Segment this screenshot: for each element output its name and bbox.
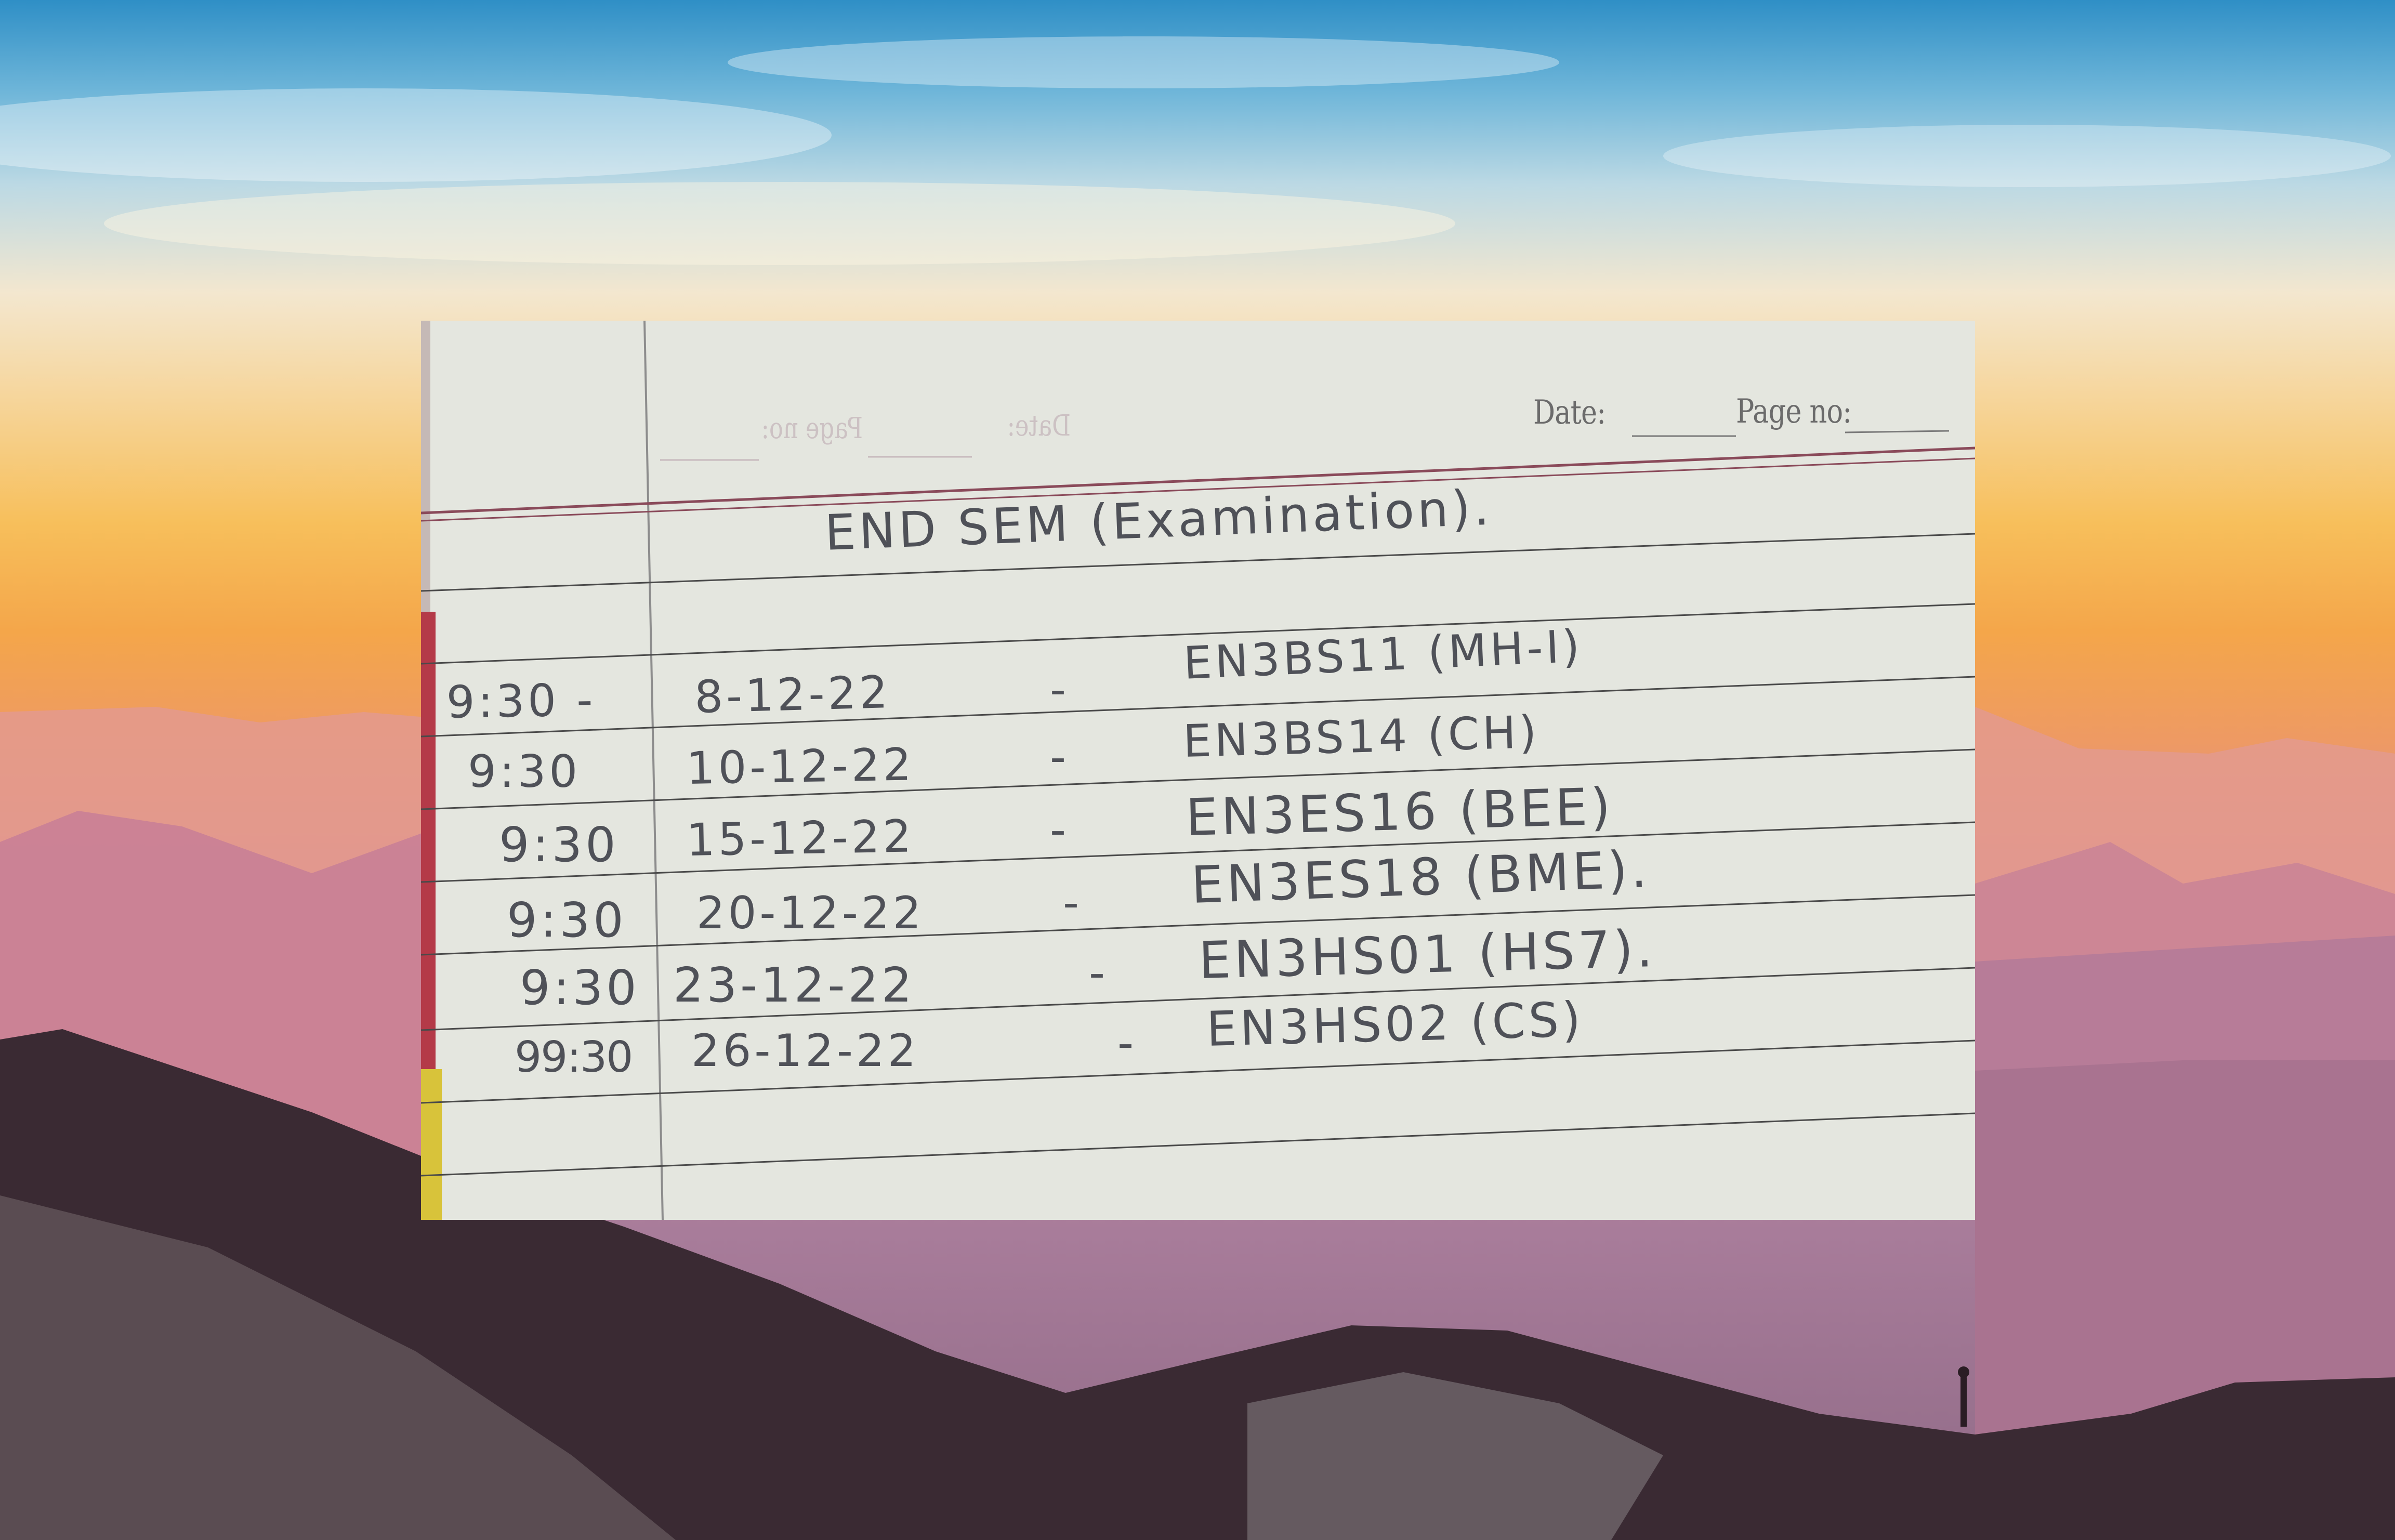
row-6-date: 26-12-22 xyxy=(691,1025,919,1077)
row-4-time: 9:30 xyxy=(507,892,627,948)
notebook-sheet: Date: Page no: Date: Page no: END SEM (E… xyxy=(421,321,1975,1220)
row-2-time: 9:30 xyxy=(468,746,581,798)
row-1-dash: - xyxy=(1050,664,1070,716)
row-3-course: EN3ES16 (BEE) xyxy=(1185,777,1614,848)
row-5-dash: - xyxy=(1089,947,1109,999)
show-through-print: Page no: xyxy=(761,412,863,445)
row-3-dash: - xyxy=(1050,804,1070,856)
row-2-dash: - xyxy=(1050,731,1070,783)
ruled-lines xyxy=(421,321,1975,1220)
row-4-date: 20-12-22 xyxy=(696,887,925,939)
row-3-date: 15-12-22 xyxy=(686,810,915,866)
row-5-time: 9:30 xyxy=(520,960,640,1016)
row-3-time: 9:30 xyxy=(499,817,619,873)
show-through-print: Date: xyxy=(1007,409,1071,443)
row-5-date: 23-12-22 xyxy=(673,957,915,1013)
row-6-course: EN3HS02 (CS) xyxy=(1206,992,1585,1057)
row-2-course: EN3BS14 (CH) xyxy=(1182,706,1541,768)
page-number-label: Page no: xyxy=(1736,392,1852,431)
row-1-time: 9:30 - xyxy=(446,674,597,729)
row-4-dash: - xyxy=(1063,877,1083,929)
row-1-date: 8-12-22 xyxy=(694,666,892,723)
row-6-time: 99:30 xyxy=(515,1033,633,1082)
row-5-course: EN3HS01 (HS7). xyxy=(1198,919,1656,991)
date-label: Date: xyxy=(1533,393,1606,432)
row-6-dash: - xyxy=(1117,1017,1137,1069)
row-2-date: 10-12-22 xyxy=(686,739,915,795)
